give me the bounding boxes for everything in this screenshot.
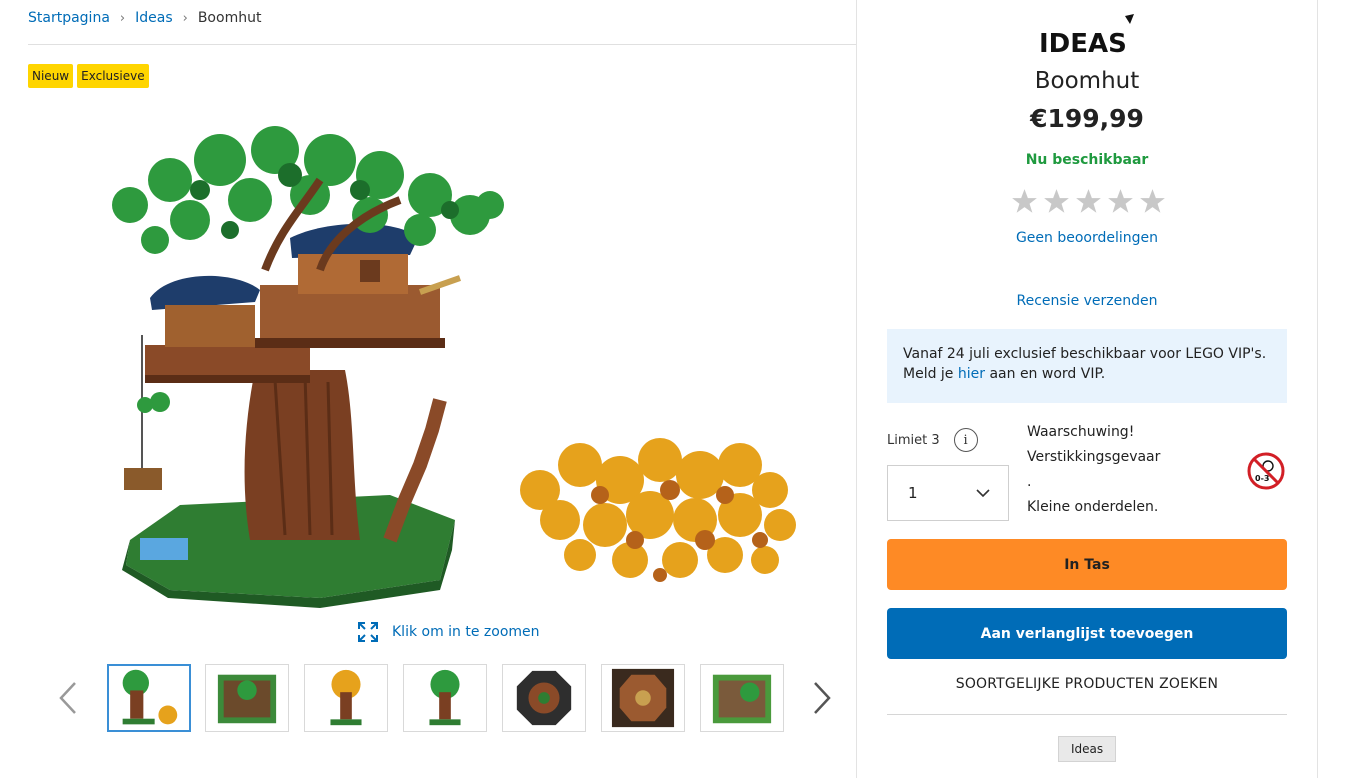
vip-suffix: aan en word VIP. [985,366,1106,382]
vip-notice-line1: Vanaf 24 juli exclusief beschikbaar voor… [903,346,1267,362]
info-icon[interactable]: i [953,428,978,452]
chevron-left-icon [59,682,76,714]
write-review-link[interactable]: Recensie verzenden [887,293,1287,309]
thumbnail-7[interactable] [700,664,784,732]
quantity-value: 1 [908,484,918,502]
choking-warning: Waarschuwing! Verstikkingsgevaar . Klein… [1027,420,1227,520]
vip-prefix: Meld je [903,366,958,382]
zoom-label: Klik om in te zoomen [392,624,540,640]
page-edge-divider [1317,0,1318,778]
brand-logo-text: IDEAS [1039,29,1127,58]
breadcrumb-ideas-link[interactable]: Ideas [135,10,173,26]
breadcrumb-divider [28,44,857,45]
thumbnail-3[interactable] [304,664,388,732]
chevron-down-icon [976,488,990,497]
theme-tag[interactable]: Ideas [1058,736,1117,762]
thumbnail-image [611,668,675,728]
quantity-select[interactable]: 1 [887,465,1009,521]
star-icon [1076,189,1101,213]
find-similar-link[interactable]: SOORTGELIJKE PRODUCTEN ZOEKEN [887,676,1287,692]
product-gallery-column: Startpagina › Ideas › Boomhut Nieuw Excl… [0,0,857,778]
age-warning-text: 0-3 [1255,474,1269,483]
vip-notice-line2: Meld je hier aan en word VIP. [903,364,1271,384]
purchase-limit: Limiet 3 i [887,428,978,452]
thumbnail-image [122,669,178,725]
thumbnail-6[interactable] [601,664,685,732]
section-divider [887,714,1287,715]
thumbnail-image [330,669,362,726]
star-icon [1108,189,1133,213]
add-to-wishlist-button[interactable]: Aan verlanglijst toevoegen [887,608,1287,659]
zoom-link[interactable]: Klik om in te zoomen [358,622,540,642]
thumbnail-1[interactable] [107,664,191,732]
availability-status: Nu beschikbaar [1025,152,1149,168]
star-icon [1012,189,1037,213]
thumbnail-image [429,669,461,726]
expand-icon [358,622,378,642]
chevron-right-icon [814,682,831,714]
tree-house-illustration [112,126,796,608]
product-title: Boomhut [1034,68,1140,94]
vip-signup-link[interactable]: hier [958,366,985,382]
star-icon [1140,189,1165,213]
warning-line: Kleine onderdelen. [1027,499,1159,515]
chevron-right-icon: › [119,10,126,26]
thumbnail-4[interactable] [403,664,487,732]
reviews-link[interactable]: Geen beoordelingen [887,230,1287,246]
thumbnail-5[interactable] [502,664,586,732]
breadcrumb: Startpagina › Ideas › Boomhut [28,10,261,26]
breadcrumb-current: Boomhut [197,10,262,26]
new-badge: Nieuw [28,64,74,88]
column-divider [856,0,857,778]
main-product-image[interactable] [60,120,830,610]
rating-stars [1011,188,1166,215]
thumbnail-carousel [50,660,840,736]
thumbnail-image [516,670,572,726]
ideas-brand-logo[interactable]: IDEAS [1037,14,1137,58]
limit-label: Limiet 3 [887,432,940,448]
thumbnail-2[interactable] [205,664,289,732]
thumbnail-image [217,674,277,724]
product-price: €199,99 [1030,104,1144,133]
star-icon [1044,189,1069,213]
product-details-column: IDEAS Boomhut €199,99 Nu beschikbaar Gee… [887,0,1287,778]
thumbnail-image [712,674,772,724]
chevron-right-icon: › [182,10,188,26]
carousel-prev-button[interactable] [52,676,84,720]
exclusive-badge: Exclusieve [77,64,149,88]
vip-notice: Vanaf 24 juli exclusief beschikbaar voor… [887,329,1287,403]
badge-row: Nieuw Exclusieve [28,64,149,88]
warning-line: Waarschuwing! [1027,424,1135,440]
add-to-bag-button[interactable]: In Tas [887,539,1287,590]
warning-line: Verstikkingsgevaar [1027,449,1161,465]
breadcrumb-home-link[interactable]: Startpagina [28,10,110,26]
carousel-next-button[interactable] [806,676,838,720]
age-warning-icon: 0-3 [1247,452,1285,490]
warning-line: . [1027,474,1032,490]
